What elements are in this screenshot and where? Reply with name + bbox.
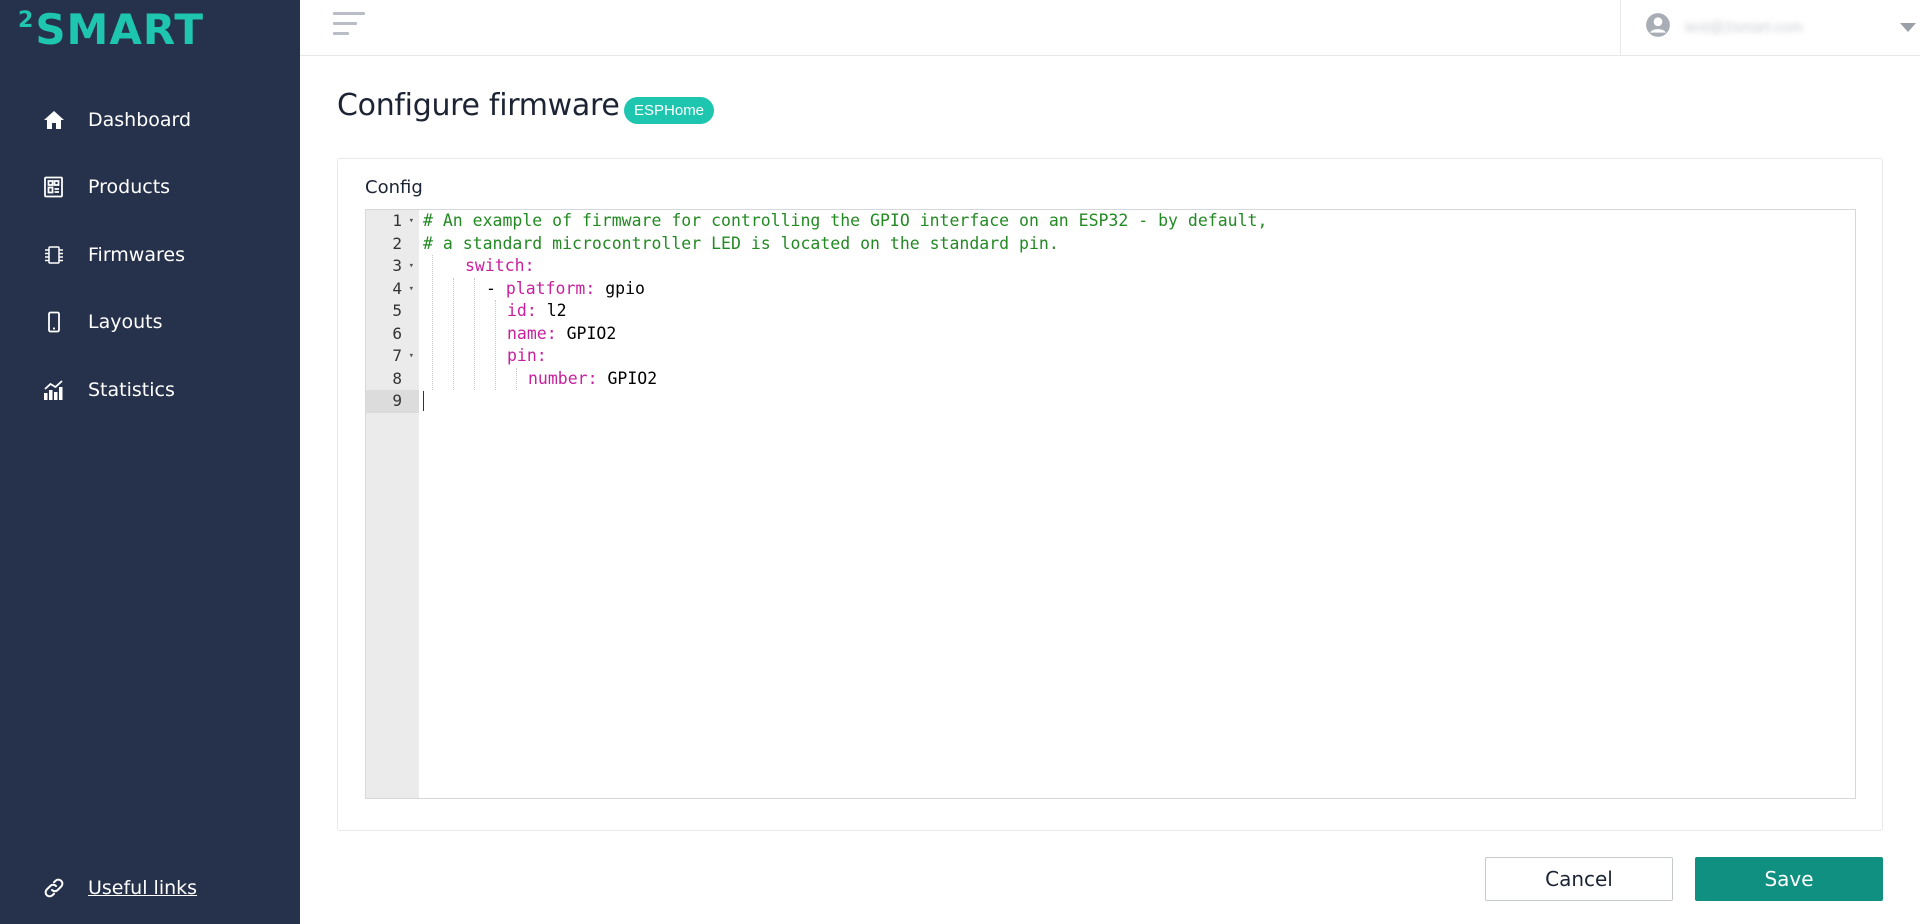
sidebar-item-firmwares[interactable]: Firmwares (0, 221, 300, 289)
code-editor[interactable]: 1 ▾ 2 3 ▾ 4 ▾ 5 6 7 ▾ 8 9 # An example of fi… (365, 209, 1856, 799)
line-number: 8 (392, 368, 402, 388)
useful-links-label[interactable]: Useful links (88, 877, 197, 899)
sidebar-item-label: Statistics (88, 378, 175, 401)
indent-guide (516, 367, 517, 390)
line-number: 7 ▾ (366, 345, 419, 368)
brand-logo[interactable]: 2 SMART (18, 6, 204, 54)
page-title: Configure firmware (337, 88, 620, 123)
user-avatar-icon (1645, 12, 1671, 43)
home-icon (42, 108, 66, 132)
brand-logo-word: SMART (35, 5, 204, 54)
cancel-button[interactable]: Cancel (1485, 857, 1673, 901)
code-line: id: l2 (507, 301, 567, 320)
top-bar: test@2smart.com (300, 0, 1920, 56)
line-number: 3 ▾ (366, 255, 419, 278)
indent-guide (474, 277, 475, 390)
sidebar-item-layouts[interactable]: Layouts (0, 289, 300, 357)
sidebar-item-products[interactable]: Products (0, 154, 300, 222)
chip-icon (42, 243, 66, 267)
sidebar-item-label: Products (88, 176, 171, 199)
sidebar-item-label: Layouts (88, 311, 163, 334)
brand-logo-sup: 2 (18, 8, 34, 33)
code-line: # a standard microcontroller LED is loca… (423, 233, 1059, 253)
fold-arrow-icon[interactable]: ▾ (409, 345, 414, 368)
sidebar-nav: Dashboard Products Firmwares Layouts Sta… (0, 86, 300, 424)
config-label: Config (365, 177, 423, 198)
firmware-type-badge: ESPHome (624, 97, 715, 124)
link-icon (42, 876, 66, 900)
editor-gutter: 1 ▾ 2 3 ▾ 4 ▾ 5 6 7 ▾ 8 9 (366, 210, 419, 798)
line-number: 4 ▾ (366, 278, 419, 301)
smartphone-icon (42, 310, 66, 334)
text-cursor (423, 391, 424, 411)
save-button[interactable]: Save (1695, 857, 1883, 901)
line-number: 6 (392, 323, 402, 343)
indent-guide (495, 300, 496, 390)
user-menu[interactable]: test@2smart.com (1620, 0, 1920, 55)
sidebar-item-statistics[interactable]: Statistics (0, 356, 300, 424)
chevron-down-icon[interactable] (1900, 23, 1916, 32)
fold-arrow-icon[interactable]: ▾ (409, 210, 414, 233)
user-email: test@2smart.com (1685, 19, 1803, 36)
indent-guide (432, 255, 433, 390)
useful-links[interactable]: Useful links (42, 876, 197, 900)
indent-guide (453, 277, 454, 390)
sidebar: 2 SMART Dashboard Products Firmwares Lay… (0, 0, 300, 924)
code-line: # An example of firmware for controlling… (423, 211, 1268, 230)
sidebar-item-label: Firmwares (88, 243, 185, 266)
code-line: name: GPIO2 (507, 323, 617, 343)
sidebar-item-dashboard[interactable]: Dashboard (0, 86, 300, 154)
chart-icon (42, 378, 66, 402)
code-line: pin: (507, 346, 547, 365)
code-line: number: GPIO2 (528, 368, 658, 388)
fold-arrow-icon[interactable]: ▾ (409, 278, 414, 301)
line-number: 5 (392, 301, 402, 320)
hamburger-icon[interactable] (333, 12, 365, 36)
code-line: - platform: gpio (486, 278, 645, 298)
fold-arrow-icon[interactable]: ▾ (409, 255, 414, 278)
config-panel: Config 1 ▾ 2 3 ▾ 4 ▾ 5 6 7 ▾ 8 9 # An exampl… (337, 158, 1883, 831)
line-number: 2 (392, 233, 402, 253)
products-icon (42, 175, 66, 199)
sidebar-item-label: Dashboard (88, 108, 192, 131)
code-line: switch: (465, 256, 535, 275)
line-number: 1 ▾ (366, 210, 419, 233)
line-number: 9 (366, 390, 419, 413)
